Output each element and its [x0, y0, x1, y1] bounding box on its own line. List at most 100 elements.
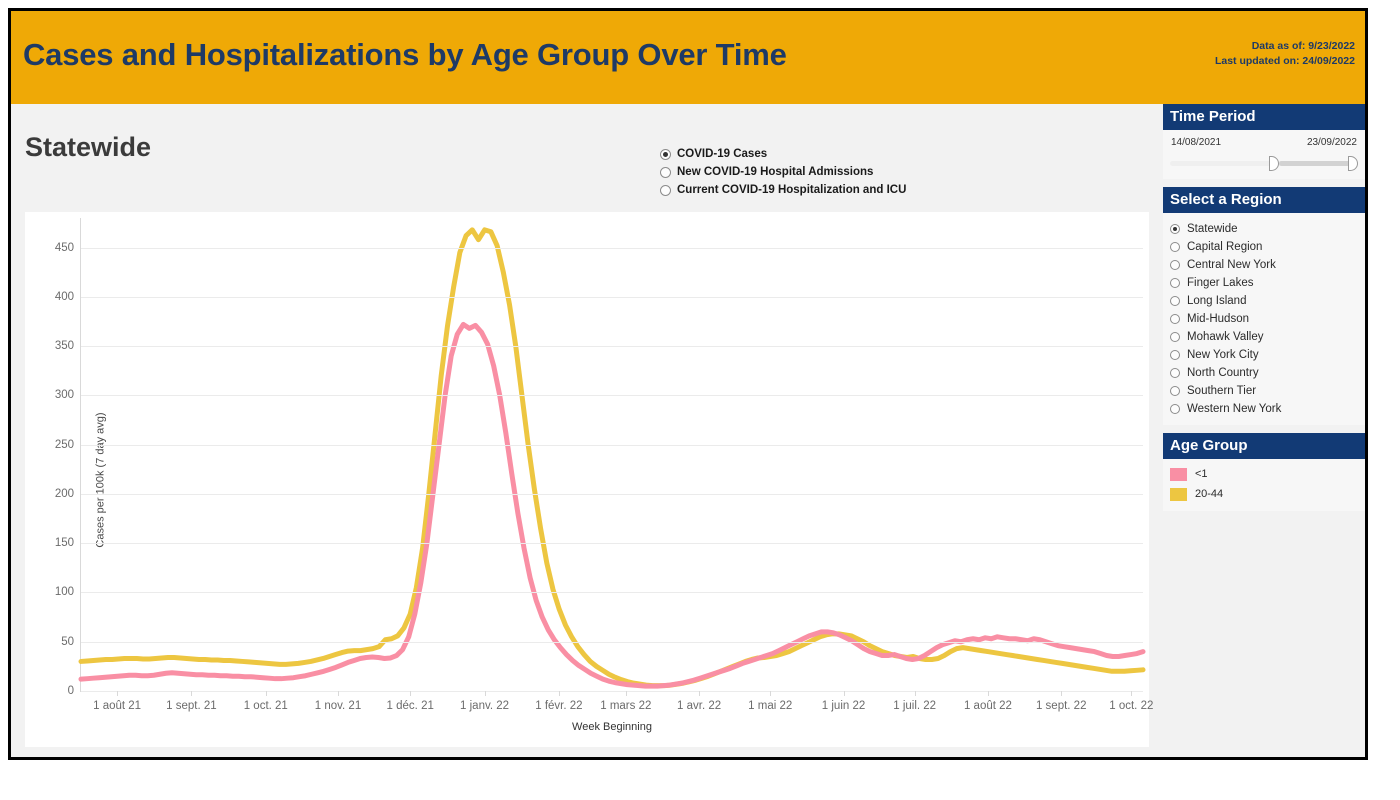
region-option-statewide[interactable]: Statewide	[1170, 220, 1358, 238]
y-axis-tick-label: 50	[61, 635, 74, 648]
rail-spacer-1	[1163, 179, 1365, 187]
y-axis-tick-label: 0	[67, 685, 74, 697]
legend-color-swatch	[1170, 467, 1187, 481]
x-axis-tick-label: 1 oct. 21	[243, 700, 288, 712]
chart-card: Statewide COVID-19 Cases New COVID-19 Hos…	[11, 104, 1159, 757]
time-period-end-date: 23/09/2022	[1306, 137, 1357, 148]
region-option-mid-hudson[interactable]: Mid-Hudson	[1170, 310, 1358, 328]
measure-radio-label: COVID-19 Cases	[677, 148, 768, 160]
radio-icon[interactable]	[1170, 278, 1180, 288]
region-option-label: Southern Tier	[1187, 385, 1257, 397]
y-gridline	[81, 444, 1143, 446]
y-gridline	[81, 691, 1143, 692]
slider-selected-range	[1279, 161, 1358, 166]
y-gridline	[81, 346, 1143, 348]
y-gridline	[81, 296, 1143, 298]
x-axis-tick-mark	[987, 691, 989, 696]
y-gridline	[81, 592, 1143, 594]
region-option-western-new-york[interactable]: Western New York	[1170, 400, 1358, 418]
radio-icon[interactable]	[1170, 350, 1180, 360]
dashboard-header: Cases and Hospitalizations by Age Group …	[11, 11, 1365, 104]
region-panel-body: Statewide Capital Region Central New York F…	[1163, 213, 1365, 425]
region-option-label: Long Island	[1187, 295, 1247, 307]
x-axis-tick-mark	[410, 691, 412, 696]
time-period-slider[interactable]	[1170, 154, 1358, 172]
right-rail: Time Period 14/08/2021 23/09/2022 Select…	[1163, 104, 1365, 757]
dashboard-root: Cases and Hospitalizations by Age Group …	[8, 8, 1368, 760]
region-option-label: Finger Lakes	[1187, 277, 1254, 289]
time-period-panel-title: Time Period	[1163, 104, 1365, 130]
slider-handle-end[interactable]	[1348, 156, 1358, 171]
x-axis-tick-label: 1 juil. 22	[893, 700, 937, 712]
y-axis-tick-label: 450	[54, 241, 74, 254]
measure-radio-option-2[interactable]: Current COVID-19 Hospitalization and ICU	[660, 181, 906, 199]
region-option-central-new-york[interactable]: Central New York	[1170, 256, 1358, 274]
age-group-legend: <1 20-44	[1170, 464, 1358, 504]
series-line-20-44	[81, 230, 1143, 686]
series-lines	[81, 218, 1143, 691]
region-option-north-country[interactable]: North Country	[1170, 364, 1358, 382]
radio-icon[interactable]	[1170, 242, 1180, 252]
region-option-label: New York City	[1187, 349, 1259, 361]
time-period-panel-body: 14/08/2021 23/09/2022	[1163, 130, 1365, 179]
x-axis-tick-mark	[558, 691, 560, 696]
region-option-mohawk-valley[interactable]: Mohawk Valley	[1170, 328, 1358, 346]
y-gridline	[81, 247, 1143, 249]
measure-radio-option-0[interactable]: COVID-19 Cases	[660, 145, 906, 163]
measure-radio-label: New COVID-19 Hospital Admissions	[677, 166, 874, 178]
header-meta: Data as of: 9/23/2022 Last updated on: 2…	[1215, 39, 1355, 69]
time-period-dates: 14/08/2021 23/09/2022	[1170, 135, 1358, 148]
x-axis-tick-label: 1 sept. 21	[166, 700, 217, 712]
region-option-label: Central New York	[1187, 259, 1276, 271]
x-axis-tick-label: 1 août 22	[963, 700, 1012, 712]
radio-icon[interactable]	[660, 166, 671, 178]
region-option-new-york-city[interactable]: New York City	[1170, 346, 1358, 364]
radio-icon[interactable]	[1170, 386, 1180, 396]
x-axis-tick-mark	[770, 691, 772, 696]
x-axis-tick-mark	[338, 691, 339, 696]
region-option-label: Mid-Hudson	[1187, 313, 1249, 325]
radio-icon[interactable]	[1170, 404, 1180, 414]
radio-icon[interactable]	[660, 148, 671, 160]
page-title: Cases and Hospitalizations by Age Group …	[23, 37, 787, 72]
region-option-southern-tier[interactable]: Southern Tier	[1170, 382, 1358, 400]
x-axis-tick-mark	[1061, 691, 1063, 696]
y-gridline	[81, 543, 1143, 545]
y-gridline	[81, 493, 1143, 495]
radio-icon[interactable]	[1170, 260, 1180, 270]
x-axis-tick-mark	[914, 691, 916, 696]
radio-icon[interactable]	[1170, 314, 1180, 324]
y-axis-tick-label: 300	[54, 389, 74, 402]
measure-radio-option-1[interactable]: New COVID-19 Hospital Admissions	[660, 163, 906, 181]
x-axis-tick-mark	[625, 691, 627, 696]
region-option-capital-region[interactable]: Capital Region	[1170, 238, 1358, 256]
series-line-<1	[81, 324, 1143, 686]
legend-entry-1[interactable]: 20-44	[1170, 484, 1358, 504]
legend-entry-0[interactable]: <1	[1170, 464, 1358, 484]
x-axis-tick-label: 1 févr. 22	[535, 700, 583, 712]
region-option-label: North Country	[1187, 367, 1259, 379]
region-radio-group[interactable]: Statewide Capital Region Central New York F…	[1170, 218, 1358, 418]
region-option-long-island[interactable]: Long Island	[1170, 292, 1358, 310]
y-gridline	[81, 641, 1143, 643]
region-option-label: Mohawk Valley	[1187, 331, 1264, 343]
x-axis-tick-mark	[117, 691, 119, 696]
x-axis-tick-label: 1 déc. 21	[386, 700, 434, 712]
radio-icon[interactable]	[1170, 368, 1180, 378]
radio-icon[interactable]	[1170, 296, 1180, 306]
y-axis-tick-label: 400	[54, 290, 74, 303]
measure-radio-group[interactable]: COVID-19 Cases New COVID-19 Hospital Admi…	[660, 145, 906, 199]
measure-radio-label: Current COVID-19 Hospitalization and ICU	[677, 184, 907, 196]
radio-icon[interactable]	[660, 184, 671, 196]
y-axis-tick-label: 100	[54, 586, 74, 599]
region-option-label: Statewide	[1187, 223, 1238, 235]
x-axis-tick-label: 1 oct. 22	[1109, 700, 1154, 712]
slider-handle-start[interactable]	[1269, 156, 1280, 171]
x-axis-label: Week Beginning	[572, 721, 652, 733]
radio-icon[interactable]	[1170, 224, 1180, 234]
legend-label: 20-44	[1195, 488, 1224, 500]
x-axis-tick-label: 1 mars 22	[600, 700, 652, 712]
region-option-finger-lakes[interactable]: Finger Lakes	[1170, 274, 1358, 292]
data-as-of-text: Data as of: 9/23/2022	[1251, 40, 1355, 52]
radio-icon[interactable]	[1170, 332, 1180, 342]
